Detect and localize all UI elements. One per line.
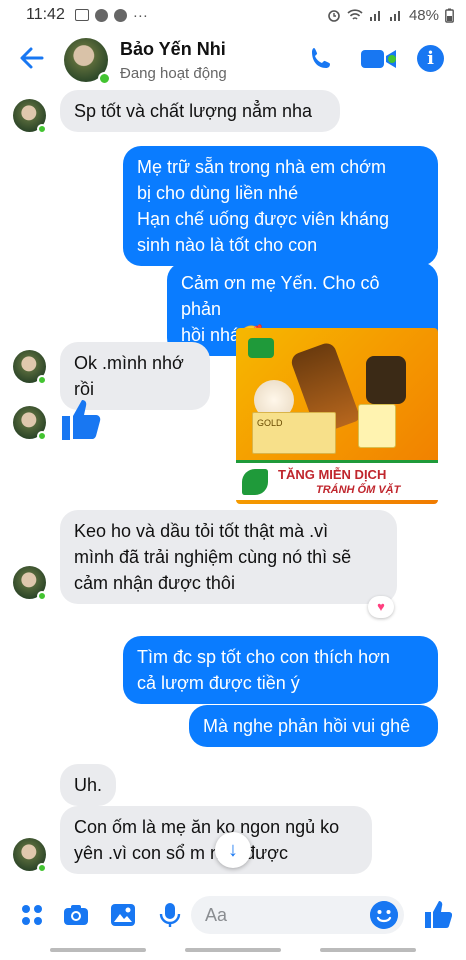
heart-reaction-icon[interactable]: ♥ [368,596,394,618]
wifi-icon [347,9,363,20]
system-nav-bar [0,940,466,960]
contact-status: Đang hoạt động [120,65,227,82]
banner-line-2: TRÁNH ỐM VẶT [316,484,401,496]
product-box-label: GOLD [257,418,283,428]
signal-icon [369,11,380,21]
incoming-message[interactable]: Con ốm là mẹ ăn ko ngon ngủ ko yên .vì c… [60,806,372,874]
online-indicator [37,591,47,601]
signal-icon-2 [389,11,400,21]
status-time: 11:42 [26,6,65,23]
status-bar: 11:42 ··· 48% [0,0,466,30]
more-notifications-icon: ··· [132,6,148,24]
online-indicator [98,72,111,85]
leaf-icon [242,469,268,495]
thumbs-up-icon[interactable] [424,899,452,929]
jar-icon [366,356,406,404]
nav-indicator [185,948,281,952]
contact-name[interactable]: Bảo Yến Nhi [120,39,226,60]
chat-header: Bảo Yến Nhi Đang hoạt động i [0,30,466,92]
outgoing-message[interactable]: Tìm đc sp tốt cho con thích hơn cả lượm … [123,636,438,704]
camera-icon[interactable] [63,902,89,928]
menu-dots-icon[interactable] [19,902,45,928]
incoming-message[interactable]: Keo ho và dầu tỏi tốt thật mà .vì mình đ… [60,510,397,604]
brand-logo-icon [248,338,274,358]
product-box-2 [358,404,396,448]
gallery-notification-icon [74,9,89,21]
nav-indicator [50,948,146,952]
notification-icons: ··· [74,6,148,24]
online-indicator [37,124,47,134]
arrow-down-icon[interactable]: ↓ [215,832,251,868]
incoming-message[interactable]: Uh. [60,764,116,806]
battery-icon [445,8,454,23]
online-indicator [37,431,47,441]
messenger-notification-icon [113,8,127,22]
battery-percent: 48% [408,6,439,24]
nav-indicator [320,948,416,952]
product-banner: TĂNG MIỄN DỊCH TRÁNH ỐM VẶT [236,460,438,500]
messenger-notification-icon [94,8,108,22]
product-box: GOLD [252,412,336,454]
online-indicator [37,375,47,385]
product-image[interactable]: GOLD TĂNG MIỄN DỊCH TRÁNH ỐM VẶT [236,328,438,504]
gallery-icon[interactable] [110,902,136,928]
video-camera-icon[interactable] [360,47,398,71]
back-arrow-icon[interactable] [18,44,46,72]
thumbs-up-icon[interactable] [60,396,102,442]
info-icon[interactable]: i [417,45,444,72]
system-icons: 48% [327,7,454,24]
message-composer: Aa [0,888,466,940]
alarm-icon [328,10,340,22]
phone-icon[interactable] [308,46,334,72]
outgoing-message[interactable]: Mẹ trữ sẵn trong nhà em chớm bị cho dùng… [123,146,438,266]
outgoing-message[interactable]: Mà nghe phản hồi vui ghê [189,705,438,747]
online-indicator [37,863,47,873]
incoming-message[interactable]: Sp tốt và chất lượng nẳm nha [60,90,340,132]
microphone-icon[interactable] [157,902,183,928]
emoji-icon[interactable] [370,901,398,929]
banner-line-1: TĂNG MIỄN DỊCH [278,467,387,482]
